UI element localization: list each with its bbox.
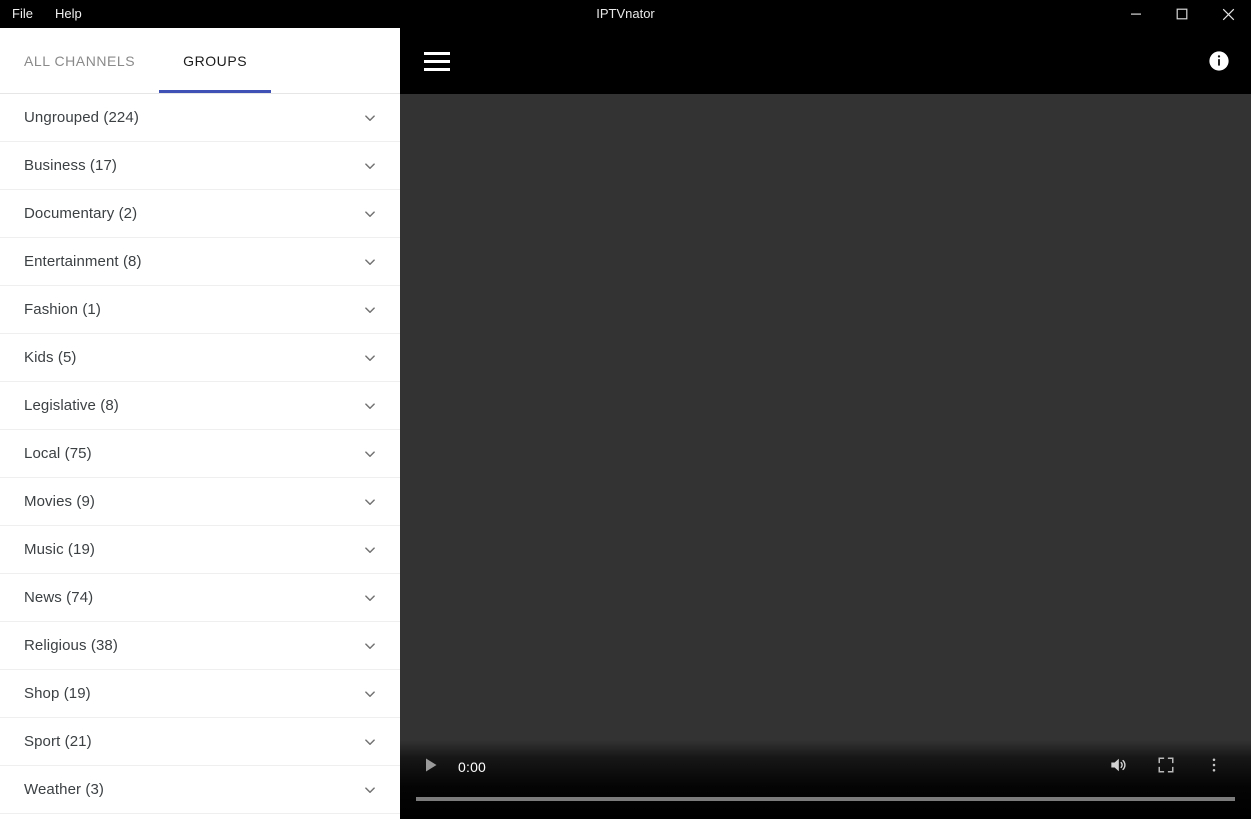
group-label: Sport (21) [24, 733, 92, 750]
group-row[interactable]: Entertainment (8) [0, 238, 400, 286]
chevron-down-icon[interactable] [358, 586, 382, 610]
hamburger-bar [424, 59, 450, 63]
chevron-down-icon[interactable] [358, 778, 382, 802]
group-row[interactable]: Business (17) [0, 142, 400, 190]
window-controls [1113, 0, 1251, 28]
chevron-down-icon[interactable] [358, 490, 382, 514]
video-current-time: 0:00 [458, 759, 487, 775]
video-controls-bar: 0:00 [400, 740, 1251, 819]
group-label: News (74) [24, 589, 94, 606]
app-title: IPTVnator [596, 6, 655, 21]
group-label: Kids (5) [24, 349, 77, 366]
group-row[interactable]: Shop (19) [0, 670, 400, 718]
main-content: 0:00 [400, 28, 1251, 819]
group-row[interactable]: Music (19) [0, 526, 400, 574]
chevron-down-icon[interactable] [358, 682, 382, 706]
tab-all-channels[interactable]: ALL CHANNELS [0, 28, 159, 93]
volume-button[interactable] [1101, 750, 1135, 784]
menu-item-file[interactable]: File [10, 0, 35, 28]
group-row[interactable]: Legislative (8) [0, 382, 400, 430]
chevron-down-icon[interactable] [358, 106, 382, 130]
group-label: Movies (9) [24, 493, 96, 510]
chevron-down-icon[interactable] [358, 346, 382, 370]
group-label: Religious (38) [24, 637, 118, 654]
play-button[interactable] [414, 750, 448, 784]
chevron-down-icon[interactable] [358, 394, 382, 418]
menu-item-help[interactable]: Help [53, 0, 84, 28]
chevron-down-icon[interactable] [358, 634, 382, 658]
chevron-down-icon[interactable] [358, 250, 382, 274]
minimize-button[interactable] [1113, 0, 1159, 28]
chevron-down-icon[interactable] [358, 538, 382, 562]
more-options-button[interactable] [1197, 750, 1231, 784]
play-icon [423, 757, 439, 778]
chevron-down-icon[interactable] [358, 202, 382, 226]
video-toolbar [400, 28, 1251, 94]
hamburger-bar [424, 51, 450, 55]
close-icon [1222, 8, 1235, 21]
group-label: Documentary (2) [24, 205, 138, 222]
kebab-menu-icon [1205, 756, 1223, 779]
group-label: Legislative (8) [24, 397, 119, 414]
group-row[interactable]: Movies (9) [0, 478, 400, 526]
fullscreen-icon [1157, 756, 1175, 779]
chevron-down-icon[interactable] [358, 298, 382, 322]
group-row[interactable]: Fashion (1) [0, 286, 400, 334]
sidebar-panel: ALL CHANNELS GROUPS Ungrouped (224) Busin… [0, 28, 400, 819]
fullscreen-button[interactable] [1149, 750, 1183, 784]
maximize-icon [1176, 8, 1188, 20]
volume-icon [1108, 755, 1128, 780]
sidebar-tabs: ALL CHANNELS GROUPS [0, 28, 400, 94]
window-titlebar: File Help IPTVnator [0, 0, 1251, 28]
video-progress-bar[interactable] [416, 797, 1235, 801]
group-row[interactable]: Weather (3) [0, 766, 400, 814]
hamburger-menu-icon[interactable] [424, 44, 458, 78]
video-player[interactable]: 0:00 [400, 94, 1251, 819]
chevron-down-icon[interactable] [358, 730, 382, 754]
close-button[interactable] [1205, 0, 1251, 28]
minimize-icon [1130, 8, 1142, 20]
video-controls-row: 0:00 [400, 748, 1251, 786]
group-row[interactable]: Sport (21) [0, 718, 400, 766]
group-row[interactable]: Ungrouped (224) [0, 94, 400, 142]
info-circle-icon[interactable] [1207, 49, 1231, 73]
group-label: Music (19) [24, 541, 96, 558]
hamburger-bar [424, 67, 450, 71]
group-label: Entertainment (8) [24, 253, 142, 270]
maximize-button[interactable] [1159, 0, 1205, 28]
video-right-controls [1101, 750, 1237, 784]
app-menu-bar: File Help [0, 0, 84, 28]
group-label: Ungrouped (224) [24, 109, 139, 126]
group-row[interactable]: News (74) [0, 574, 400, 622]
group-label: Local (75) [24, 445, 92, 462]
group-label: Weather (3) [24, 781, 105, 798]
group-label: Business (17) [24, 157, 118, 174]
tab-groups[interactable]: GROUPS [159, 28, 272, 93]
group-label: Shop (19) [24, 685, 91, 702]
group-label: Fashion (1) [24, 301, 101, 318]
group-list[interactable]: Ungrouped (224) Business (17) Documentary … [0, 94, 400, 819]
chevron-down-icon[interactable] [358, 442, 382, 466]
group-row[interactable]: Religious (38) [0, 622, 400, 670]
chevron-down-icon[interactable] [358, 154, 382, 178]
group-row[interactable]: Kids (5) [0, 334, 400, 382]
group-row[interactable]: Local (75) [0, 430, 400, 478]
group-row[interactable]: Documentary (2) [0, 190, 400, 238]
